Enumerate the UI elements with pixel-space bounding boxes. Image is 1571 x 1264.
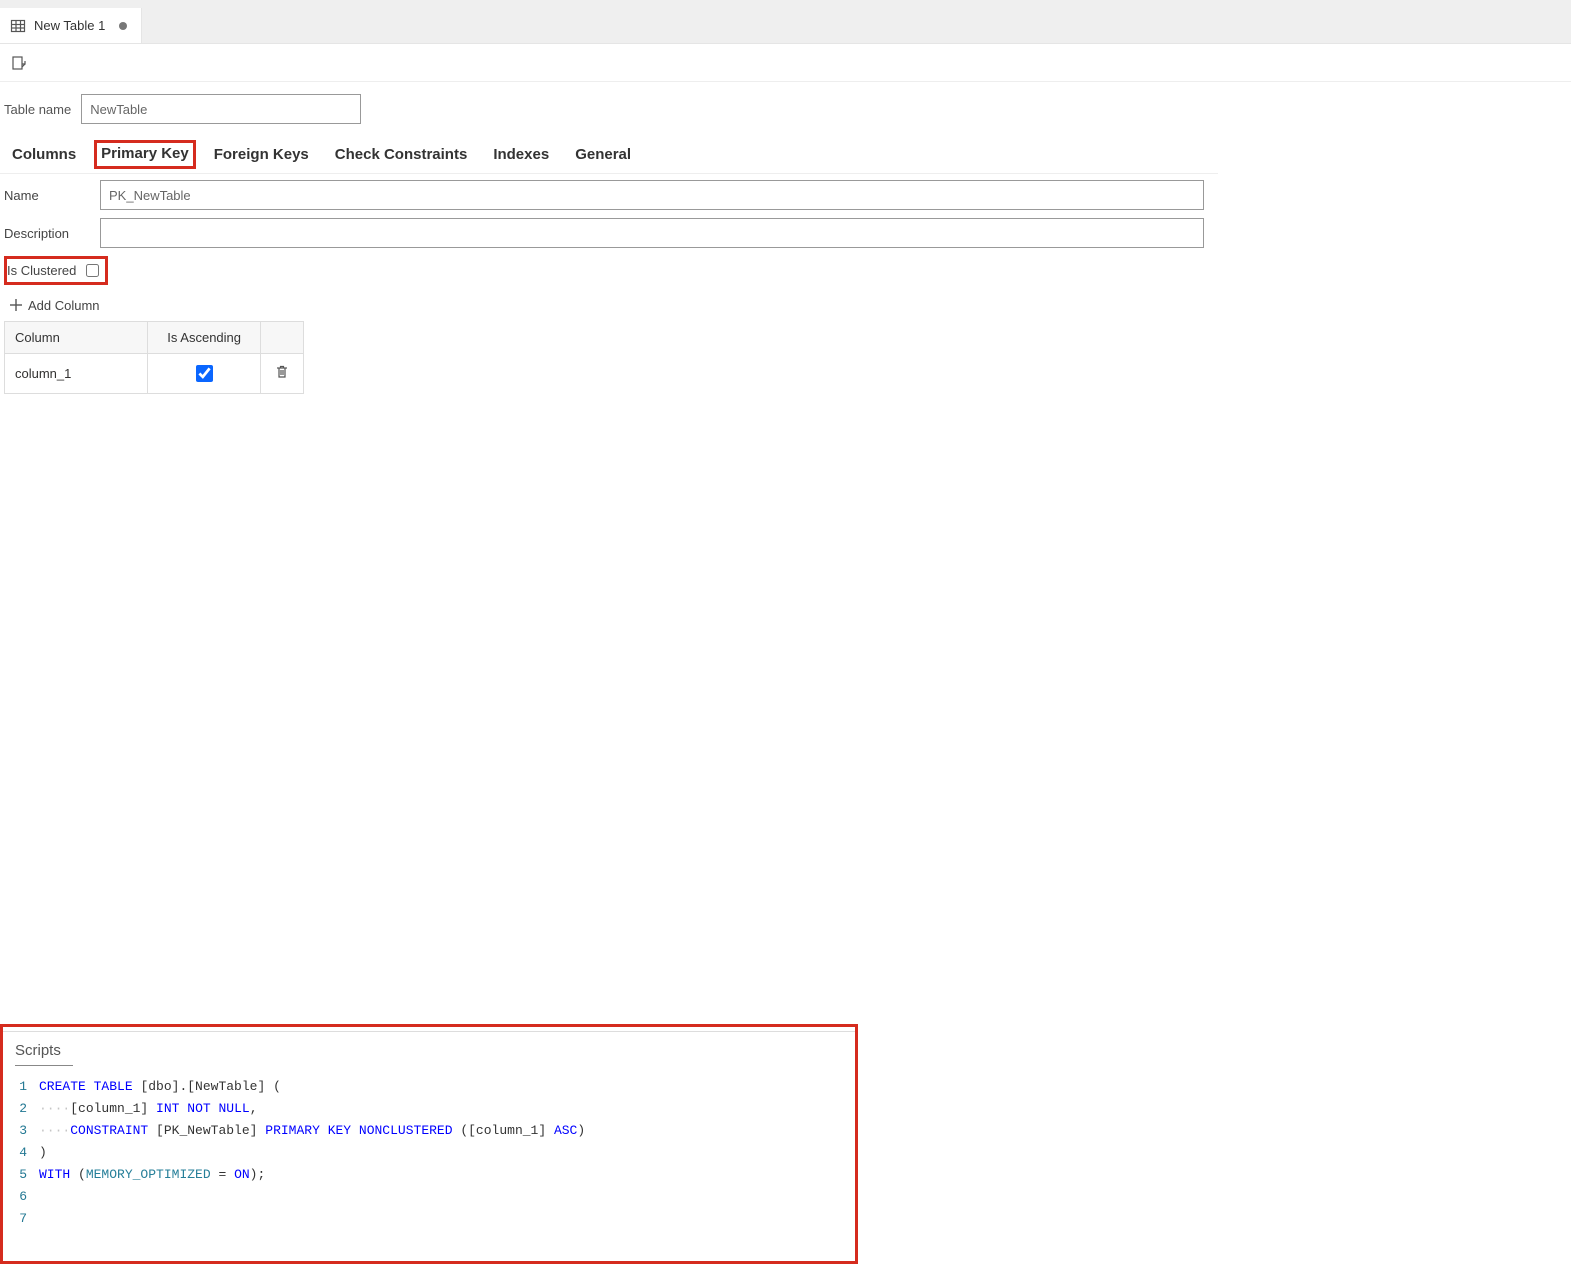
cell-column-name[interactable]: column_1 bbox=[5, 354, 148, 394]
highlight-is-clustered: Is Clustered bbox=[4, 256, 108, 285]
pk-columns-table: Column Is Ascending column_1 bbox=[4, 321, 304, 394]
pk-name-input[interactable] bbox=[100, 180, 1204, 210]
line-number: 2 bbox=[15, 1098, 39, 1120]
cell-delete bbox=[260, 354, 303, 394]
table-row: column_1 bbox=[5, 354, 304, 394]
tab-check-constraints[interactable]: Check Constraints bbox=[331, 144, 472, 165]
col-header-is-ascending: Is Ascending bbox=[148, 322, 261, 354]
code-text: WITH (MEMORY_OPTIMIZED = ON); bbox=[39, 1164, 265, 1186]
code-line: 7 bbox=[15, 1208, 843, 1230]
code-line: 2····[column_1] INT NOT NULL, bbox=[15, 1098, 843, 1120]
tab-indexes[interactable]: Indexes bbox=[489, 144, 553, 165]
pk-name-label: Name bbox=[4, 188, 100, 203]
editor-tab-title: New Table 1 bbox=[34, 18, 105, 33]
code-line: 1CREATE TABLE [dbo].[NewTable] ( bbox=[15, 1076, 843, 1098]
pk-is-clustered-label: Is Clustered bbox=[7, 263, 76, 278]
line-number: 4 bbox=[15, 1142, 39, 1164]
code-text: ····[column_1] INT NOT NULL, bbox=[39, 1098, 258, 1120]
table-name-label: Table name bbox=[4, 102, 71, 117]
dirty-indicator-icon bbox=[119, 22, 127, 30]
highlight-scripts-panel: Scripts 1CREATE TABLE [dbo].[NewTable] (… bbox=[0, 1024, 858, 1264]
line-number: 7 bbox=[15, 1208, 39, 1230]
table-icon bbox=[10, 18, 26, 34]
sql-script-editor[interactable]: 1CREATE TABLE [dbo].[NewTable] (2····[co… bbox=[15, 1076, 843, 1230]
plus-icon bbox=[8, 297, 24, 313]
line-number: 3 bbox=[15, 1120, 39, 1142]
tab-primary-key[interactable]: Primary Key bbox=[94, 140, 196, 169]
tab-foreign-keys[interactable]: Foreign Keys bbox=[210, 144, 313, 165]
designer-content: Table name Columns Primary Key Foreign K… bbox=[0, 82, 1571, 1264]
cell-is-ascending bbox=[148, 354, 261, 394]
is-ascending-checkbox[interactable] bbox=[196, 365, 213, 382]
line-number: 6 bbox=[15, 1186, 39, 1208]
scripts-panel: Scripts 1CREATE TABLE [dbo].[NewTable] (… bbox=[3, 1031, 855, 1261]
pk-description-input[interactable] bbox=[100, 218, 1204, 248]
code-text: ) bbox=[39, 1142, 47, 1164]
code-line: 4) bbox=[15, 1142, 843, 1164]
code-line: 6 bbox=[15, 1186, 843, 1208]
line-number: 1 bbox=[15, 1076, 39, 1098]
primary-key-form: Name Description Is Clustered A bbox=[0, 174, 1218, 394]
tab-columns[interactable]: Columns bbox=[8, 144, 80, 165]
designer-inner-tabs: Columns Primary Key Foreign Keys Check C… bbox=[0, 130, 1218, 174]
code-text: CREATE TABLE [dbo].[NewTable] ( bbox=[39, 1076, 281, 1098]
editor-tab-new-table[interactable]: New Table 1 bbox=[0, 8, 142, 43]
window-top-strip bbox=[0, 0, 1571, 8]
col-header-actions bbox=[260, 322, 303, 354]
table-name-row: Table name bbox=[0, 82, 1218, 130]
line-number: 5 bbox=[15, 1164, 39, 1186]
publish-button[interactable] bbox=[8, 52, 30, 74]
code-line: 3····CONSTRAINT [PK_NewTable] PRIMARY KE… bbox=[15, 1120, 843, 1142]
trash-icon[interactable] bbox=[275, 365, 289, 379]
table-header-row: Column Is Ascending bbox=[5, 322, 304, 354]
publish-icon bbox=[11, 55, 27, 71]
add-column-button[interactable]: Add Column bbox=[4, 289, 1214, 321]
code-line: 5WITH (MEMORY_OPTIMIZED = ON); bbox=[15, 1164, 843, 1186]
code-text: ····CONSTRAINT [PK_NewTable] PRIMARY KEY… bbox=[39, 1120, 585, 1142]
scripts-title: Scripts bbox=[15, 1042, 73, 1066]
add-column-label: Add Column bbox=[28, 298, 100, 313]
table-name-input[interactable] bbox=[81, 94, 361, 124]
designer-toolbar bbox=[0, 44, 1571, 82]
pk-description-label: Description bbox=[4, 226, 100, 241]
editor-tab-row: New Table 1 bbox=[0, 8, 1571, 44]
col-header-column: Column bbox=[5, 322, 148, 354]
pk-is-clustered-checkbox[interactable] bbox=[86, 262, 99, 279]
tab-general[interactable]: General bbox=[571, 144, 635, 165]
